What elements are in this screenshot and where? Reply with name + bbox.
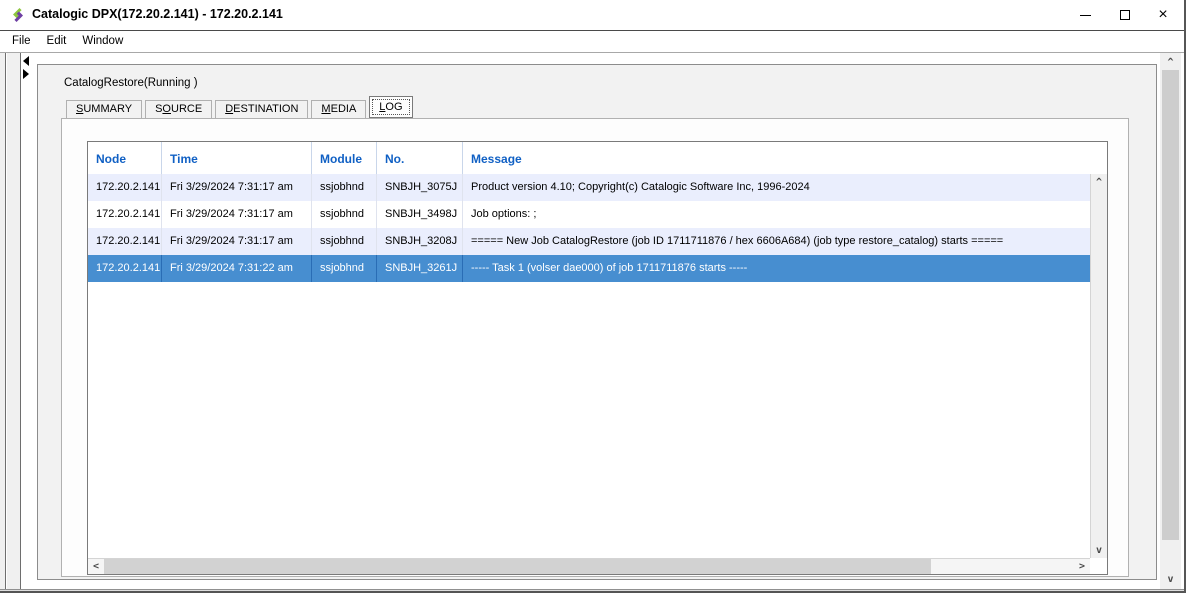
tab-summary[interactable]: SUMMARY (66, 100, 142, 118)
menu-item-window[interactable]: Window (74, 33, 131, 50)
cell-no: SNBJH_3075J (377, 174, 463, 201)
cell-message: Job options: ; (463, 201, 1090, 228)
scroll-right-button[interactable]: > (1074, 559, 1090, 574)
table-row[interactable]: 172.20.2.141Fri 3/29/2024 7:31:17 amssjo… (88, 201, 1090, 228)
job-status-title: CatalogRestore(Running ) (64, 77, 198, 89)
cell-node: 172.20.2.141 (88, 201, 162, 228)
column-header-time[interactable]: Time (162, 142, 312, 174)
table-row[interactable]: 172.20.2.141Fri 3/29/2024 7:31:17 amssjo… (88, 174, 1090, 201)
maximize-icon (1120, 10, 1130, 20)
collapsed-side-panel (7, 53, 21, 589)
log-table-body: 172.20.2.141Fri 3/29/2024 7:31:17 amssjo… (88, 174, 1090, 558)
window-scroll-up-button[interactable]: ^ (1160, 55, 1181, 70)
scroll-left-button[interactable]: < (88, 559, 104, 574)
column-header-no[interactable]: No. (377, 142, 463, 174)
table-vertical-scrollbar[interactable]: ^ v (1090, 174, 1107, 558)
cell-no: SNBJH_3261J (377, 255, 463, 282)
cell-node: 172.20.2.141 (88, 255, 162, 282)
minimize-icon (1080, 15, 1091, 16)
cell-time: Fri 3/29/2024 7:31:17 am (162, 174, 312, 201)
tab-destination[interactable]: DESTINATION (215, 100, 308, 118)
cell-module: ssjobhnd (312, 255, 377, 282)
close-icon: × (1158, 7, 1167, 23)
cell-time: Fri 3/29/2024 7:31:22 am (162, 255, 312, 282)
window-title: Catalogic DPX(172.20.2.141) - 172.20.2.1… (32, 7, 283, 21)
app-window: Catalogic DPX(172.20.2.141) - 172.20.2.1… (0, 0, 1186, 593)
cell-node: 172.20.2.141 (88, 174, 162, 201)
close-button[interactable]: × (1147, 0, 1179, 30)
title-bar: Catalogic DPX(172.20.2.141) - 172.20.2.1… (0, 0, 1186, 30)
cell-message: Product version 4.10; Copyright(c) Catal… (463, 174, 1090, 201)
catalogic-logo-icon (10, 7, 26, 23)
left-edge-strip (0, 53, 6, 589)
scrollbar-corner (1090, 558, 1107, 574)
log-table: NodeTimeModuleNo.Message 172.20.2.141Fri… (87, 141, 1108, 575)
table-horizontal-scrollbar[interactable]: < > (88, 558, 1090, 574)
cell-time: Fri 3/29/2024 7:31:17 am (162, 228, 312, 255)
scroll-down-button[interactable]: v (1091, 542, 1107, 558)
cell-no: SNBJH_3208J (377, 228, 463, 255)
chevron-down-icon: v (1096, 545, 1102, 556)
tab-bar: SUMMARYSOURCEDESTINATIONMEDIALOG (66, 96, 416, 118)
column-header-node[interactable]: Node (88, 142, 162, 174)
scroll-up-button[interactable]: ^ (1091, 174, 1107, 190)
splitter-expand-right-icon[interactable] (23, 69, 29, 79)
log-tab-content: NodeTimeModuleNo.Message 172.20.2.141Fri… (61, 118, 1129, 577)
chevron-up-icon: ^ (1096, 177, 1102, 188)
column-header-message[interactable]: Message (463, 142, 1107, 174)
cell-message: ===== New Job CatalogRestore (job ID 171… (463, 228, 1090, 255)
window-bottom-border (0, 589, 1186, 593)
cell-module: ssjobhnd (312, 228, 377, 255)
table-row[interactable]: 172.20.2.141Fri 3/29/2024 7:31:17 amssjo… (88, 228, 1090, 255)
cell-node: 172.20.2.141 (88, 228, 162, 255)
tab-media[interactable]: MEDIA (311, 100, 366, 118)
cell-module: ssjobhnd (312, 174, 377, 201)
menu-bar: FileEditWindow (0, 31, 1186, 52)
tab-log[interactable]: LOG (369, 96, 412, 118)
window-vertical-scrollbar[interactable]: ^ v (1160, 53, 1181, 589)
horizontal-scrollbar-thumb[interactable] (104, 559, 931, 574)
cell-message: ----- Task 1 (volser dae000) of job 1711… (463, 255, 1090, 282)
splitter-divider[interactable] (22, 53, 32, 589)
tab-source[interactable]: SOURCE (145, 100, 212, 118)
log-table-header: NodeTimeModuleNo.Message (88, 142, 1107, 174)
column-header-module[interactable]: Module (312, 142, 377, 174)
job-monitor-panel: CatalogRestore(Running ) SUMMARYSOURCEDE… (37, 64, 1157, 580)
menu-item-edit[interactable]: Edit (39, 33, 75, 50)
maximize-button[interactable] (1109, 0, 1141, 30)
chevron-right-icon: > (1079, 561, 1085, 572)
chevron-left-icon: < (93, 561, 99, 572)
cell-module: ssjobhnd (312, 201, 377, 228)
table-row[interactable]: 172.20.2.141Fri 3/29/2024 7:31:22 amssjo… (88, 255, 1090, 282)
window-scroll-down-button[interactable]: v (1160, 572, 1181, 587)
minimize-button[interactable] (1069, 0, 1101, 30)
vertical-scrollbar-thumb[interactable] (1162, 70, 1179, 540)
cell-no: SNBJH_3498J (377, 201, 463, 228)
chevron-up-icon: ^ (1167, 57, 1173, 68)
chevron-down-icon: v (1167, 574, 1173, 585)
menu-item-file[interactable]: File (4, 33, 39, 50)
splitter-collapse-left-icon[interactable] (23, 56, 29, 66)
cell-time: Fri 3/29/2024 7:31:17 am (162, 201, 312, 228)
